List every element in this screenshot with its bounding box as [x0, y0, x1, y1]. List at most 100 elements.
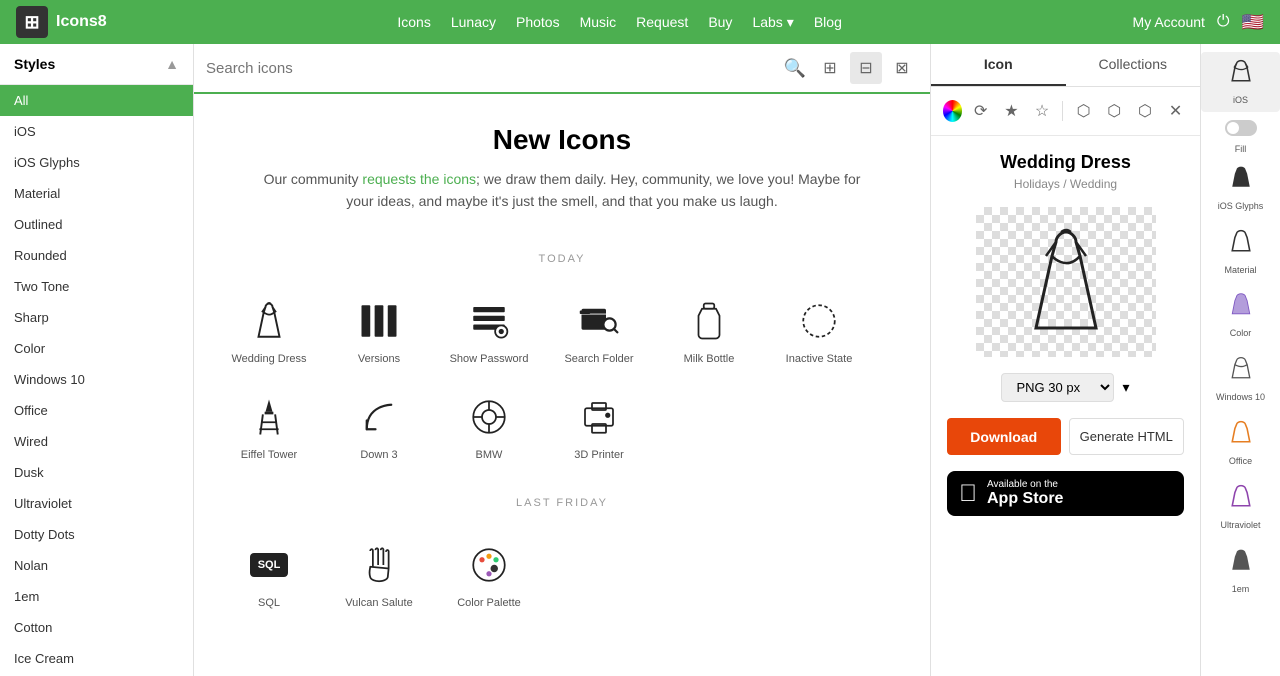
nav-lunacy[interactable]: Lunacy: [451, 14, 496, 30]
icon-milk-bottle[interactable]: Milk Bottle: [654, 281, 764, 377]
sidebar-item-dotty-dots[interactable]: Dotty Dots: [0, 519, 193, 550]
ios-glyphs-style-icon: [1227, 164, 1255, 199]
logo[interactable]: ⊞ Icons8: [16, 6, 107, 38]
icon-bmw[interactable]: BMW: [434, 377, 544, 473]
download-button[interactable]: Download: [947, 418, 1061, 455]
vulcan-salute-icon: [355, 541, 403, 589]
sidebar-collapse-icon[interactable]: ▲: [165, 56, 179, 72]
style-color[interactable]: Color: [1201, 285, 1280, 345]
header-right: My Account ⏻ 🇺🇸: [1133, 12, 1264, 33]
sidebar-item-dusk[interactable]: Dusk: [0, 457, 193, 488]
badge3-icon[interactable]: ⬡: [1133, 97, 1158, 125]
new-icons-header: New Icons Our community requests the ico…: [214, 94, 910, 229]
view-toggles: ⊞ ⊟ ⊠: [814, 52, 918, 84]
icon-label: Wedding Dress: [232, 353, 307, 365]
sidebar-item-windows-10[interactable]: Windows 10: [0, 364, 193, 395]
main-nav: Icons Lunacy Photos Music Request Buy La…: [131, 14, 1109, 31]
ios-style-icon: [1227, 58, 1255, 93]
style-ios[interactable]: iOS: [1201, 52, 1280, 112]
request-link[interactable]: requests the icons: [362, 171, 476, 187]
sidebar-item-two-tone[interactable]: Two Tone: [0, 271, 193, 302]
color-picker-icon[interactable]: [943, 100, 962, 122]
icon-label: BMW: [476, 449, 503, 461]
nav-blog[interactable]: Blog: [814, 14, 842, 30]
icon-label: SQL: [258, 597, 280, 609]
sidebar-item-ice-cream[interactable]: Ice Cream: [0, 643, 193, 674]
grid-view-btn[interactable]: ⊟: [850, 52, 882, 84]
main-layout: Styles ▲ AlliOSiOS GlyphsMaterialOutline…: [0, 44, 1280, 676]
power-icon[interactable]: ⏻: [1217, 13, 1230, 31]
sidebar-item-office[interactable]: Office: [0, 395, 193, 426]
sidebar-item-outlined[interactable]: Outlined: [0, 209, 193, 240]
sidebar-item-nolan[interactable]: Nolan: [0, 550, 193, 581]
search-input[interactable]: [206, 60, 776, 77]
nav-request[interactable]: Request: [636, 14, 688, 30]
style-1em[interactable]: 1em: [1201, 541, 1280, 601]
selected-icon-category: Holidays / Wedding: [947, 177, 1184, 191]
right-panel-tabs: Icon Collections: [931, 44, 1200, 87]
nav-buy[interactable]: Buy: [708, 14, 732, 30]
sidebar-items-list: AlliOSiOS GlyphsMaterialOutlinedRoundedT…: [0, 85, 193, 676]
1em-style-icon: [1227, 547, 1255, 582]
icon-vulcan-salute[interactable]: Vulcan Salute: [324, 525, 434, 621]
icon-show-password[interactable]: Show Password: [434, 281, 544, 377]
generate-html-button[interactable]: Generate HTML: [1069, 418, 1185, 455]
icon-inactive-state[interactable]: Inactive State: [764, 281, 874, 377]
icon-3d-printer[interactable]: 3D Printer: [544, 377, 654, 473]
down-3-icon: [355, 393, 403, 441]
sidebar-title: Styles: [14, 56, 55, 72]
style-windows10[interactable]: Windows 10: [1201, 349, 1280, 409]
sidebar-item-color[interactable]: Color: [0, 333, 193, 364]
wedding-dress-icon: [245, 297, 293, 345]
style-ios-glyphs[interactable]: iOS Glyphs: [1201, 158, 1280, 218]
app-store-badge[interactable]:  Available on the App Store: [947, 471, 1184, 516]
list-view-btn[interactable]: ⊞: [814, 52, 846, 84]
sidebar-item-1em[interactable]: 1em: [0, 581, 193, 612]
badge2-icon[interactable]: ⬡: [1102, 97, 1127, 125]
new-icons-title: New Icons: [254, 124, 870, 156]
sidebar-item-sharp[interactable]: Sharp: [0, 302, 193, 333]
sidebar-item-all[interactable]: All: [0, 85, 193, 116]
icon-down-3[interactable]: Down 3: [324, 377, 434, 473]
large-grid-view-btn[interactable]: ⊠: [886, 52, 918, 84]
icon-wedding-dress[interactable]: Wedding Dress: [214, 281, 324, 377]
nav-icons[interactable]: Icons: [397, 14, 430, 30]
star-filled-icon[interactable]: ★: [999, 97, 1024, 125]
icon-label: Eiffel Tower: [241, 449, 297, 461]
badge4-icon[interactable]: ✕: [1163, 97, 1188, 125]
windows10-style-icon: [1227, 355, 1255, 390]
style-ultraviolet[interactable]: Ultraviolet: [1201, 477, 1280, 537]
recolor-icon[interactable]: ⟳: [968, 97, 993, 125]
icon-search-folder[interactable]: Search Folder: [544, 281, 654, 377]
app-store-text: Available on the App Store: [987, 479, 1063, 508]
nav-music[interactable]: Music: [580, 14, 617, 30]
nav-labs[interactable]: Labs ▾: [752, 14, 793, 31]
my-account-link[interactable]: My Account: [1133, 14, 1205, 30]
sidebar-item-material[interactable]: Material: [0, 178, 193, 209]
star-outline-icon[interactable]: ☆: [1030, 97, 1055, 125]
sidebar-item-rounded[interactable]: Rounded: [0, 240, 193, 271]
tab-collections[interactable]: Collections: [1066, 44, 1201, 86]
style-office[interactable]: Office: [1201, 413, 1280, 473]
flag-icon[interactable]: 🇺🇸: [1242, 12, 1264, 33]
sidebar-item-cotton[interactable]: Cotton: [0, 612, 193, 643]
right-detail-panel: Icon Collections ⟳ ★ ☆ ⬡ ⬡ ⬡ ✕ Wedding D…: [930, 44, 1200, 676]
format-select[interactable]: PNG 30 px PNG 100 px SVG PDF: [1001, 373, 1114, 402]
fill-label: Fill: [1235, 144, 1247, 154]
icon-eiffel-tower[interactable]: Eiffel Tower: [214, 377, 324, 473]
fill-toggle-switch[interactable]: [1225, 120, 1257, 136]
icon-color-palette[interactable]: Color Palette: [434, 525, 544, 621]
style-material[interactable]: Material: [1201, 222, 1280, 282]
milk-bottle-icon: [685, 297, 733, 345]
icon-versions[interactable]: Versions: [324, 281, 434, 377]
new-icons-desc: Our community requests the icons; we dra…: [254, 168, 870, 213]
icon-sql[interactable]: SQL SQL: [214, 525, 324, 621]
sidebar-item-wired[interactable]: Wired: [0, 426, 193, 457]
bmw-icon: [465, 393, 513, 441]
badge1-icon[interactable]: ⬡: [1071, 97, 1096, 125]
sidebar-item-ios-glyphs[interactable]: iOS Glyphs: [0, 147, 193, 178]
nav-photos[interactable]: Photos: [516, 14, 560, 30]
sidebar-item-ios[interactable]: iOS: [0, 116, 193, 147]
sidebar-item-ultraviolet[interactable]: Ultraviolet: [0, 488, 193, 519]
tab-icon[interactable]: Icon: [931, 44, 1066, 86]
